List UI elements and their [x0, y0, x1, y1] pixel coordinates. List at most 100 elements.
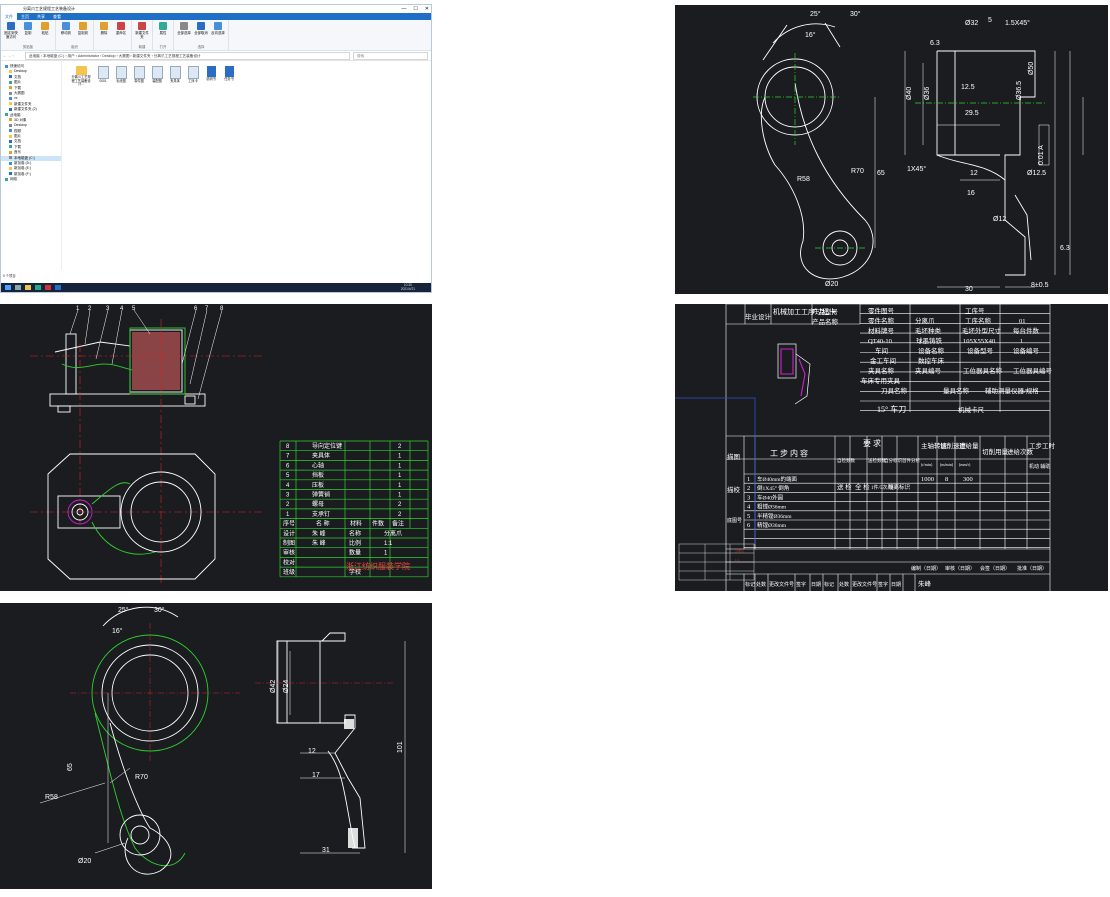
file-name: 0001: [99, 79, 107, 83]
search-input[interactable]: 搜索: [353, 51, 428, 60]
word-document-icon: [206, 66, 216, 77]
tab-view[interactable]: 查看: [49, 13, 65, 20]
file-item[interactable]: 毛坯图: [114, 66, 128, 84]
card-foot-row-cell: 日期: [891, 582, 901, 588]
file-item[interactable]: 分离爪工艺规程工艺装备设计...: [70, 66, 92, 87]
close-button[interactable]: ✕: [425, 5, 429, 13]
card-h-draw: 描图: [727, 452, 740, 461]
bom-row-name: 挡板: [312, 471, 324, 479]
card-h-left: 毕业设计: [745, 312, 772, 321]
dimension-label: Ø36.5: [1016, 81, 1023, 100]
bom-row-name: 弹簧销: [312, 491, 330, 499]
file-list: 分离爪工艺规程工艺装备设计... 0001 毛坯图 零件图 装配图 夹具体 工序卡 说明书 任务…: [62, 60, 431, 270]
bom-row-no: 4: [286, 483, 290, 489]
file-item[interactable]: 任务书: [222, 66, 236, 82]
dimension-label: 101: [397, 741, 404, 753]
title-block-label: 审核: [283, 549, 295, 557]
nav-item-icon: [9, 150, 12, 154]
navigation-pane: 快速访问 Desktop 文档 图片 下载 大赛图 xx 新建文件夹 新建文件夹 (2) 此电脑 3…: [1, 60, 62, 270]
card-step-text: 精镗Ø36mm: [757, 521, 787, 529]
ribbon-group: 属性 打开: [153, 20, 174, 50]
card-step-text: 倒1X45° 倒角: [757, 484, 789, 492]
nav-item[interactable]: 网络: [1, 177, 61, 182]
process-card-panel: 分离爪 1:1 毕业设计 机械加工工序过程卡 产品型号 产品名称 零件图号 零件名称 分离爪工…: [675, 304, 1108, 591]
dimension-label: 31: [322, 847, 330, 854]
taskbar: 10:35 2021/4/21: [1, 283, 431, 292]
bom-header-cell: 名 称: [316, 520, 330, 528]
file-item[interactable]: 0001: [96, 66, 110, 84]
window-title: 分离爪工艺规程工艺装备设计: [23, 6, 75, 11]
card-part-name: 分离爪: [915, 316, 935, 325]
browser-icon[interactable]: [35, 285, 41, 290]
title-block-field-value: 分离爪: [384, 529, 402, 537]
minimize-button[interactable]: —: [401, 5, 406, 13]
start-icon[interactable]: [5, 285, 11, 290]
card-step1-speed: 8: [945, 476, 948, 483]
nav-item-label: 图片: [14, 80, 21, 85]
dimension-label: 6.3: [1060, 245, 1070, 252]
nav-arrows[interactable]: ← → ↑: [1, 54, 25, 58]
search-icon[interactable]: [15, 285, 21, 290]
folder-icon[interactable]: [25, 285, 31, 290]
title-block-value: 朱 峰: [312, 539, 326, 547]
part-drawing: 25° 30° 16° R70 R58 65 Ø20 Ø42 Ø24 12 17 31 101: [39, 606, 406, 875]
file-item[interactable]: 工序卡: [186, 66, 200, 84]
maximize-button[interactable]: ☐: [413, 5, 417, 13]
nav-item-label: Desktop: [14, 69, 27, 74]
bom-row-qty: 1: [398, 454, 402, 460]
card-isolate: 隔离标识: [888, 483, 911, 491]
ribbon-group-label: 新建: [138, 45, 146, 49]
file-name: 任务书: [224, 77, 234, 81]
dimension-label: 65: [877, 170, 885, 177]
nav-item-icon: [5, 177, 8, 181]
word-app-icon[interactable]: [55, 285, 61, 290]
ribbon-button[interactable]: 删除: [97, 22, 111, 50]
file-item[interactable]: 零件图: [132, 66, 146, 84]
bom-row-qty: 1: [398, 483, 402, 489]
tab-home[interactable]: 主页: [17, 13, 33, 20]
part-drawing-panel: 25° 30° 16° R70 R58 65 Ø20 Ø42 Ø24 12 17 31 101: [0, 603, 432, 889]
nav-item-label: Desktop: [14, 123, 27, 128]
nav-item-icon: [9, 75, 12, 79]
bom-header-cell: 备注: [392, 520, 404, 528]
file-name: 装配图: [152, 79, 162, 83]
file-name: 夹具体: [170, 79, 180, 83]
file-item[interactable]: 夹具体: [168, 66, 182, 84]
ribbon-button[interactable]: 重命名: [114, 22, 128, 50]
tab-share[interactable]: 共享: [33, 13, 49, 20]
bom-row-no: 8: [286, 444, 290, 450]
tab-file[interactable]: 文件: [1, 13, 17, 20]
card-h-part-name: 零件名称: [868, 316, 895, 325]
dimension-label: 17: [312, 772, 320, 779]
file-item[interactable]: 说明书: [204, 66, 218, 82]
nav-item-icon: [9, 118, 12, 122]
card-h-check: 描校: [727, 485, 741, 494]
card-blank-type: 球墨铸铁: [916, 336, 943, 345]
card-cutspeed-unit: (m/min): [940, 462, 954, 467]
card-full-check: 全 检: [855, 482, 870, 491]
nav-item-label: 3D 对象: [14, 117, 27, 122]
cad-app-icon[interactable]: [45, 285, 51, 290]
file-item[interactable]: 装配图: [150, 66, 164, 84]
ribbon-button-label: 移动到: [60, 31, 72, 35]
card-h-per-blank: 每台件数: [1013, 326, 1040, 335]
ribbon-button-icon: [62, 22, 70, 30]
dimension-label: R70: [851, 168, 864, 175]
balloon-number: 7: [205, 306, 209, 312]
card-foot-count: 会签（日期）: [980, 565, 1010, 572]
dwg-file-icon: [97, 66, 109, 79]
card-material: QT40-10: [868, 338, 892, 345]
ribbon-group-label: 组织: [71, 45, 78, 49]
dimension-label: Ø42: [270, 680, 277, 693]
card-per-blank: 1: [1020, 338, 1023, 345]
address-bar[interactable]: 此电脑 › 本地磁盘 (C:) › 用户 › Administrator › D…: [25, 51, 350, 60]
balloon-number: 5: [132, 306, 136, 312]
card-op-name: 01: [1019, 318, 1026, 325]
card-foot-row-cell: 更改文件号: [852, 581, 877, 588]
card-h-station-no: 工位器具编号: [1013, 366, 1053, 375]
dimension-label: 30°: [154, 606, 165, 614]
nav-item-label: 下载: [14, 85, 21, 90]
card-step1-spindle: 1000: [921, 476, 934, 483]
nav-item-icon: [9, 156, 12, 160]
dimension-label: Ø24: [283, 680, 290, 693]
